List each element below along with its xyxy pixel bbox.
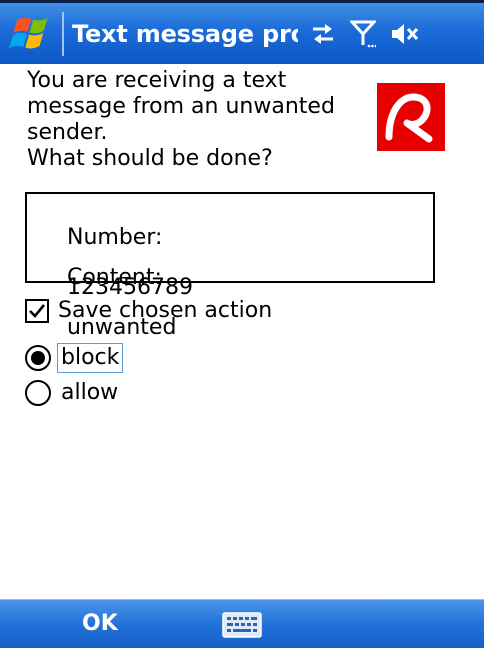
- prompt-text: You are receiving a text message from an…: [27, 68, 335, 171]
- radio-block[interactable]: [25, 345, 51, 371]
- signal-icon[interactable]: [350, 19, 376, 49]
- message-info-box: Number: 123456789 Content: unwanted: [25, 192, 435, 340]
- save-action-checkbox[interactable]: [25, 298, 49, 323]
- radio-allow[interactable]: [25, 380, 51, 406]
- radio-selected-dot: [31, 351, 45, 365]
- save-action-checkbox-row[interactable]: Save chosen action: [25, 298, 272, 323]
- radio-block-row[interactable]: block: [25, 343, 124, 373]
- windows-flag-icon: [9, 17, 48, 48]
- ok-softkey[interactable]: OK: [82, 611, 118, 636]
- content-label: Content:: [66, 265, 162, 290]
- title-bar: Text message protec: [0, 0, 484, 64]
- window-title: Text message protec: [72, 19, 298, 48]
- volume-muted-icon[interactable]: [390, 21, 420, 47]
- radio-allow-label[interactable]: allow: [57, 378, 122, 408]
- status-icons: [310, 19, 434, 49]
- start-button[interactable]: [4, 8, 56, 60]
- checkmark-icon: [29, 303, 46, 318]
- connectivity-icon[interactable]: [310, 21, 336, 47]
- title-separator: [62, 11, 64, 56]
- keyboard-icon[interactable]: [222, 612, 262, 638]
- softkey-bar: OK: [0, 599, 484, 648]
- save-action-label: Save chosen action: [58, 298, 273, 323]
- radio-allow-row[interactable]: allow: [25, 378, 122, 408]
- avira-umbrella-icon: [385, 93, 433, 143]
- avira-logo: [377, 83, 445, 151]
- radio-block-label[interactable]: block: [57, 343, 124, 373]
